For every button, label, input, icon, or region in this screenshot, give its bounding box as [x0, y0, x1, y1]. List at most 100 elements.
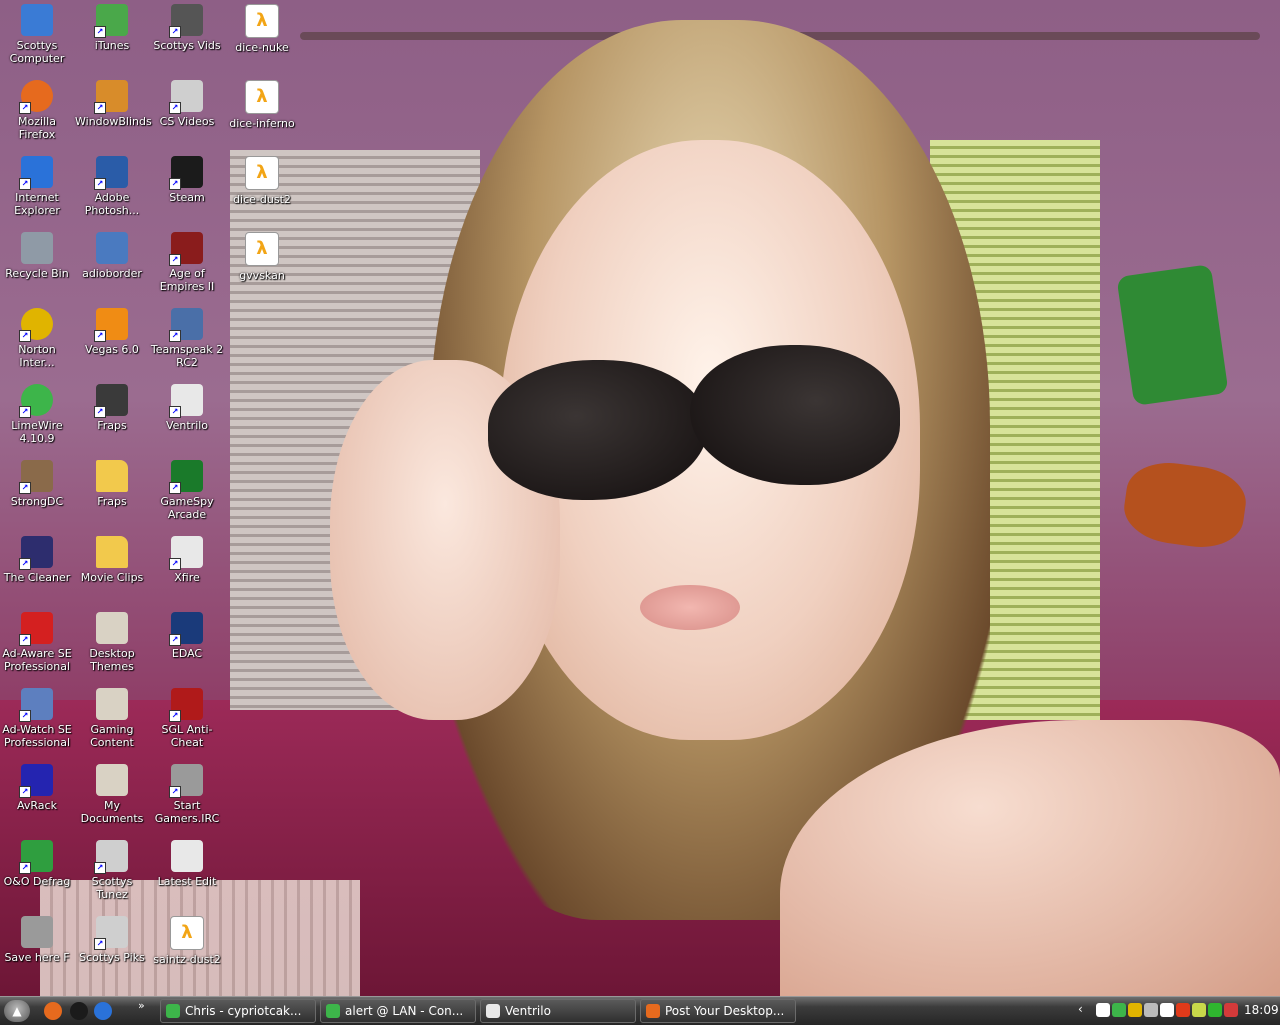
desktop-icon[interactable]: ↗ The Cleaner [0, 536, 74, 584]
desktop-icon-label: Age of Empires II [159, 267, 215, 293]
sgl-icon: ↗ [169, 688, 203, 722]
desktop-icon[interactable]: ↗ Norton Inter... [0, 308, 74, 369]
desktop-icon[interactable]: Desktop Themes [75, 612, 149, 673]
shortcut-arrow-icon: ↗ [94, 406, 106, 418]
desktop-icon[interactable]: λ gvvskan [225, 232, 299, 282]
desktop-icon[interactable]: ↗ Ad-Watch SE Professional [0, 688, 74, 749]
desktop-icon[interactable]: Recycle Bin [0, 232, 74, 280]
desktop-icon-label: Adobe Photosh... [84, 191, 140, 217]
quicklaunch-firefox-icon[interactable] [44, 1002, 62, 1020]
wallpaper-sticker-green [1116, 264, 1229, 406]
desktop-icon[interactable]: Latest Edit [150, 840, 224, 888]
desktop-icon[interactable]: My Documents [75, 764, 149, 825]
taskbar-button-post-your-desktop[interactable]: Post Your Desktop... [640, 999, 796, 1023]
desktop-icon-label: Ventrilo [165, 419, 209, 432]
shortcut-arrow-icon: ↗ [94, 102, 106, 114]
taskbar-button-chris[interactable]: Chris - cypriotcak... [160, 999, 316, 1023]
image-file-icon [96, 232, 128, 264]
desktop-icon[interactable]: ↗ Scottys Piks [75, 916, 149, 964]
desktop-icon[interactable]: ↗ O&O Defrag [0, 840, 74, 888]
desktop-icon[interactable]: ↗ Teamspeak 2 RC2 [150, 308, 224, 369]
msn-tray-icon[interactable] [1112, 1003, 1126, 1017]
desktop-icon-label: adioborder [82, 267, 142, 280]
my-documents-icon [96, 764, 128, 796]
steam-icon: ↗ [169, 156, 203, 190]
pictures-folder-icon: ↗ [94, 916, 128, 950]
desktop-icon[interactable]: λ saintz-dust2 [150, 916, 224, 966]
desktop-icon[interactable]: Fraps [75, 460, 149, 508]
quicklaunch-more-button[interactable]: » [138, 999, 145, 1012]
desktop-icon[interactable]: λ dice-inferno [225, 80, 299, 130]
desktop-icon[interactable]: ↗ SGL Anti-Cheat [150, 688, 224, 749]
desktop-icon-label: Scottys Vids [153, 39, 221, 52]
start-orb-icon: ▲ [12, 1004, 22, 1018]
desktop-icon[interactable]: ↗ Mozilla Firefox [0, 80, 74, 141]
desktop-icon[interactable]: Movie Clips [75, 536, 149, 584]
desktop-icon[interactable]: ↗ Scottys Tunez [75, 840, 149, 901]
taskbar-button-ventrilo[interactable]: Ventrilo [480, 999, 636, 1023]
tray-expand-button[interactable]: ‹ [1078, 1002, 1083, 1016]
desktop-icon[interactable]: ↗ LimeWire 4.10.9 [0, 384, 74, 445]
msn-messenger-icon [326, 1004, 340, 1018]
desktop-icon[interactable]: λ dice-dust2 [225, 156, 299, 206]
ventrilo-tray-icon[interactable] [1144, 1003, 1158, 1017]
desktop-icon[interactable]: ↗ AvRack [0, 764, 74, 812]
desktop-icon[interactable]: ↗ WindowBlinds [75, 80, 152, 128]
desktop-icon[interactable]: ↗ Scottys Vids [150, 4, 224, 52]
desktop-icon[interactable]: ↗ iTunes [75, 4, 149, 52]
shortcut-arrow-icon: ↗ [19, 558, 31, 570]
security-alert-icon[interactable] [1176, 1003, 1190, 1017]
desktop-icon-label: dice-dust2 [233, 193, 291, 206]
fraps-icon: ↗ [94, 384, 128, 418]
desktop-icon[interactable]: ↗ StrongDC [0, 460, 74, 508]
desktop-icon[interactable]: ↗ Steam [150, 156, 224, 204]
desktop-icon-label: EDAC [171, 647, 203, 660]
edac-tray-icon[interactable] [1224, 1003, 1238, 1017]
desktop-icon-label: Gaming Content [90, 723, 134, 749]
half-life-file-icon: λ [170, 916, 204, 950]
shortcut-arrow-icon: ↗ [19, 862, 31, 874]
desktop-icon[interactable]: ↗ Fraps [75, 384, 149, 432]
desktop-icon[interactable]: Save here F [0, 916, 74, 964]
desktop-icon-label: Mozilla Firefox [18, 115, 56, 141]
desktop-icon[interactable]: ↗ Adobe Photosh... [75, 156, 149, 217]
desktop-icon[interactable]: ↗ Xfire [150, 536, 224, 584]
fraps-tray-icon[interactable] [1160, 1003, 1174, 1017]
book-icon [96, 688, 128, 720]
desktop-icon[interactable]: ↗ EDAC [150, 612, 224, 660]
taskbar-button-label: Chris - cypriotcak... [185, 1004, 302, 1018]
shortcut-arrow-icon: ↗ [19, 330, 31, 342]
desktop-icon[interactable]: Scottys Computer [0, 4, 74, 65]
desktop-icon[interactable]: ↗ GameSpy Arcade [150, 460, 224, 521]
desktop[interactable]: Scottys Computer ↗ Mozilla Firefox ↗ Interne… [0, 0, 1280, 996]
desktop-icon[interactable]: ↗ Vegas 6.0 [75, 308, 149, 356]
taskbar-button-alert-lan[interactable]: alert @ LAN - Con... [320, 999, 476, 1023]
start-button[interactable]: ▲ [4, 1000, 30, 1022]
quicklaunch-internet-explorer-icon[interactable] [94, 1002, 112, 1020]
network-tray-icon[interactable] [1192, 1003, 1206, 1017]
desktop-icon-label: dice-nuke [235, 41, 289, 54]
desktop-icon[interactable]: λ dice-nuke [225, 4, 299, 54]
desktop-icon[interactable]: ↗ Internet Explorer [0, 156, 74, 217]
desktop-icon-label: dice-inferno [229, 117, 295, 130]
desktop-icon[interactable]: ↗ CS Videos [150, 80, 224, 128]
wallpaper-lips [640, 585, 740, 630]
norton-tray-icon[interactable] [1128, 1003, 1142, 1017]
clock[interactable]: 18:09 [1244, 1003, 1279, 1017]
itunes-icon: ↗ [94, 4, 128, 38]
desktop-icon[interactable]: ↗ Start Gamers.IRC [150, 764, 224, 825]
desktop-icon-label: My Documents [80, 799, 144, 825]
quicklaunch-steam-icon[interactable] [70, 1002, 88, 1020]
shortcut-arrow-icon: ↗ [19, 178, 31, 190]
photoshop-icon: ↗ [94, 156, 128, 190]
half-life-file-icon: λ [245, 4, 279, 38]
battery-tray-icon[interactable] [1208, 1003, 1222, 1017]
desktop-icon[interactable]: ↗ Ad-Aware SE Professional [0, 612, 74, 673]
shortcut-arrow-icon: ↗ [19, 102, 31, 114]
steam-tray-icon[interactable] [1096, 1003, 1110, 1017]
desktop-icon-label: Fraps [97, 495, 127, 508]
desktop-icon[interactable]: ↗ Ventrilo [150, 384, 224, 432]
desktop-icon[interactable]: ↗ Age of Empires II [150, 232, 224, 293]
desktop-icon[interactable]: Gaming Content [75, 688, 149, 749]
desktop-icon[interactable]: adioborder [75, 232, 149, 280]
